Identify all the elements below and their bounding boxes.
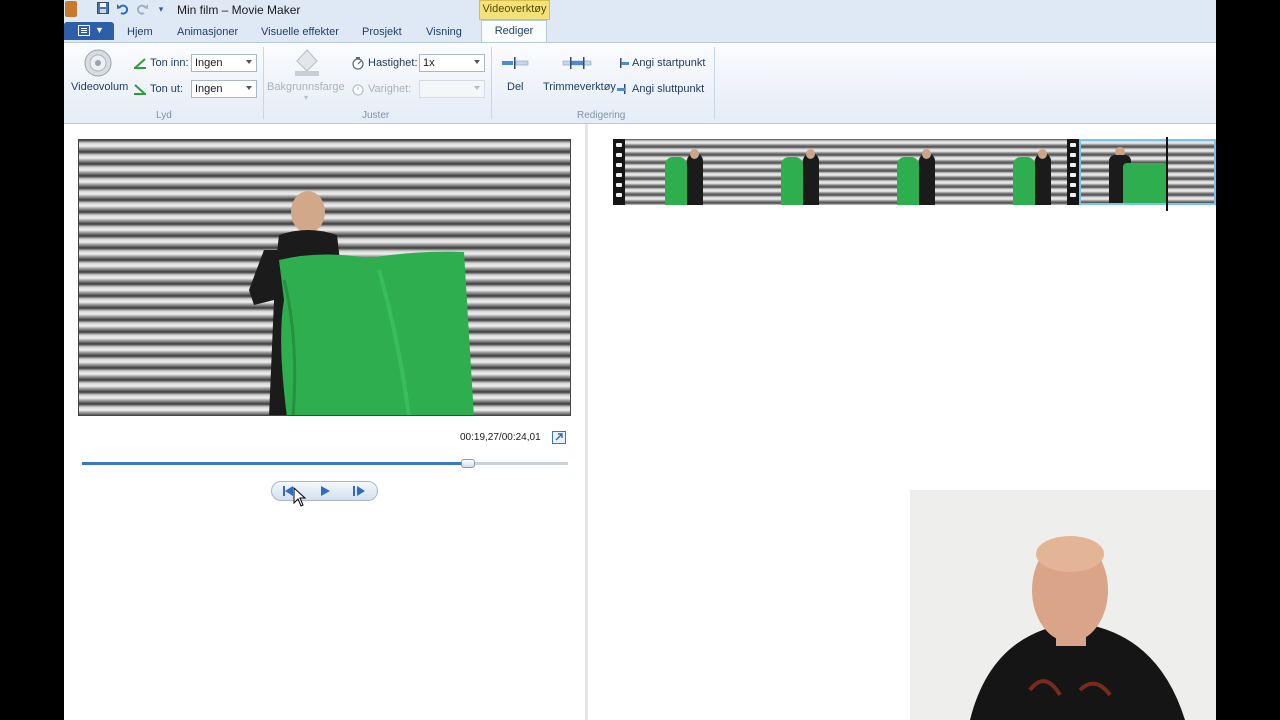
hastighet-select[interactable]: 1x xyxy=(419,54,485,72)
tab-visuelle-effekter[interactable]: Visuelle effekter xyxy=(261,26,339,38)
context-tab-videoverktoy: Videoverktøy xyxy=(479,0,550,20)
hastighet-value: 1x xyxy=(423,57,435,69)
tab-hjem[interactable]: Hjem xyxy=(127,26,153,38)
chevron-down-icon: ▼ xyxy=(95,25,104,35)
storyboard-clip[interactable] xyxy=(613,139,1071,205)
split-icon[interactable] xyxy=(501,57,529,69)
mouse-cursor xyxy=(293,486,307,507)
seek-bar[interactable] xyxy=(82,462,568,465)
set-start-icon xyxy=(616,56,630,70)
preview-person-greenscreen xyxy=(249,191,474,415)
trim-icon[interactable] xyxy=(562,57,592,69)
clip-thumbnail xyxy=(741,139,857,205)
bakgrunnsfarge-button[interactable]: Bakgrunnsfarge xyxy=(267,81,345,93)
ton-ut-select[interactable]: Ingen xyxy=(191,80,257,98)
undo-icon[interactable] xyxy=(116,2,130,16)
play-icon xyxy=(321,486,330,496)
pointer-icon xyxy=(293,486,307,507)
group-separator xyxy=(263,47,264,119)
ton-ut-label: Ton ut: xyxy=(150,83,184,95)
ton-inn-select[interactable]: Ingen xyxy=(191,54,257,72)
chevron-down-icon xyxy=(246,60,252,64)
seek-thumb[interactable] xyxy=(461,459,476,468)
fade-out-icon xyxy=(133,82,147,96)
video-preview[interactable] xyxy=(78,139,571,416)
ton-inn-label: Ton inn: xyxy=(150,57,189,69)
chevron-down-icon xyxy=(474,60,480,64)
group-separator xyxy=(491,47,492,119)
trimmeverktoy-button[interactable]: Trimmeverktøy xyxy=(543,81,616,93)
play-button[interactable] xyxy=(318,485,332,497)
chevron-down-icon xyxy=(246,86,252,90)
speed-icon xyxy=(351,56,365,70)
tab-visning[interactable]: Visning xyxy=(426,26,462,38)
fade-in-icon xyxy=(133,56,147,70)
app-icon[interactable] xyxy=(65,1,77,17)
redo-icon[interactable] xyxy=(135,2,149,16)
file-menu-icon xyxy=(78,25,90,36)
pane-splitter[interactable] xyxy=(585,124,588,720)
next-frame-button[interactable] xyxy=(352,485,366,497)
varighet-label: Varighet: xyxy=(368,83,412,95)
clip-thumbnail xyxy=(857,139,973,205)
chevron-down-icon xyxy=(474,86,480,90)
expand-icon xyxy=(555,433,563,441)
chevron-down-icon: ▾ xyxy=(304,93,309,102)
save-icon[interactable] xyxy=(96,2,110,16)
fullscreen-preview-button[interactable] xyxy=(552,431,566,444)
group-label-lyd: Lyd xyxy=(156,110,172,121)
clip-thumbnail xyxy=(973,139,1071,205)
customize-qat-icon[interactable]: ▾ xyxy=(154,2,168,16)
group-label-juster: Juster xyxy=(362,110,390,121)
next-frame-icon xyxy=(353,486,365,496)
film-strip-edge xyxy=(613,139,625,205)
webcam-overlay xyxy=(910,490,1216,720)
playback-controls xyxy=(271,481,378,501)
del-button[interactable]: Del xyxy=(507,81,524,93)
speaker-icon[interactable] xyxy=(84,49,112,77)
ton-ut-value: Ingen xyxy=(195,83,223,95)
tab-rediger[interactable]: Rediger xyxy=(481,20,547,42)
clip-thumbnail xyxy=(625,139,741,205)
angi-sluttpunkt-button[interactable]: Angi sluttpunkt xyxy=(632,83,704,95)
ton-inn-value: Ingen xyxy=(195,57,223,69)
group-separator xyxy=(714,47,715,119)
title-bar: ▾ Min film – Movie Maker Videoverktøy xyxy=(64,0,1216,20)
hastighet-label: Hastighet: xyxy=(368,57,418,69)
seek-bar-progress xyxy=(82,462,469,465)
film-strip-edge xyxy=(1067,139,1079,205)
tab-prosjekt[interactable]: Prosjekt xyxy=(362,26,402,38)
ribbon-tabs: ▼ Hjem Animasjoner Visuelle effekter Pro… xyxy=(64,20,1216,42)
time-display: 00:19,27/00:24,01 xyxy=(460,432,541,443)
group-label-redigering: Redigering xyxy=(577,110,626,121)
presenter-image xyxy=(910,490,1216,720)
set-end-icon xyxy=(616,82,630,96)
ribbon-panel: Videovolum Ton inn: Ingen Ton ut: Ingen … xyxy=(64,42,1216,124)
angi-startpunkt-button[interactable]: Angi startpunkt xyxy=(632,57,705,69)
videovolum-button[interactable]: Videovolum xyxy=(71,81,128,93)
storyboard xyxy=(613,139,1216,206)
varighet-select[interactable] xyxy=(419,80,485,98)
window-title: Min film – Movie Maker xyxy=(177,3,301,17)
tab-animasjoner[interactable]: Animasjoner xyxy=(177,26,238,38)
file-menu-button[interactable]: ▼ xyxy=(64,22,114,40)
paint-bucket-icon[interactable] xyxy=(292,47,322,77)
storyboard-playhead[interactable] xyxy=(1166,137,1168,211)
selected-clip-outline xyxy=(1079,139,1216,205)
duration-icon xyxy=(351,82,365,96)
